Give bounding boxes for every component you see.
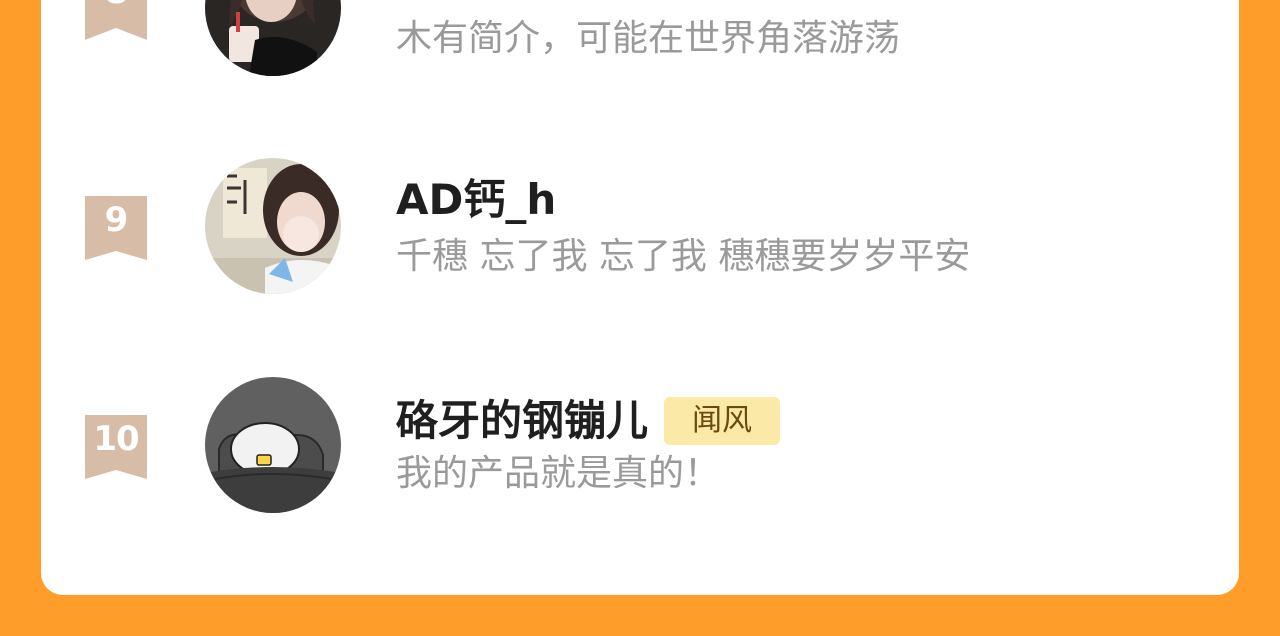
user-description: 木有简介，可能在世界角落游荡 [396, 18, 901, 59]
avatar[interactable] [205, 0, 341, 76]
avatar-photo-icon [205, 158, 341, 294]
rank-ribbon: 10 [85, 415, 147, 479]
avatar-cartoon-icon [205, 377, 341, 513]
user-name[interactable]: 硌牙的钢镚儿 [396, 393, 648, 449]
user-description: 我的产品就是真的！ [396, 453, 721, 494]
user-badge: 闻风 [664, 397, 781, 445]
avatar[interactable] [205, 377, 341, 513]
rank-number: 9 [104, 200, 129, 240]
name-line: AD钙_h [396, 172, 556, 228]
ranking-row[interactable]: 8 木有简介，可能在世界角落游荡 [41, 0, 1239, 100]
rank-number: 8 [85, 0, 147, 12]
avatar-photo-icon [205, 0, 341, 76]
ranking-card: 8 木有简介，可能在世界角落游荡 9 [41, 0, 1239, 595]
ranking-row[interactable]: 10 硌牙的钢镚儿 闻风 我的产品就是真的！ [41, 377, 1239, 517]
rank-ribbon: 9 [85, 196, 147, 260]
user-description: 千穗 忘了我 忘了我 穗穗要岁岁平安 [396, 236, 971, 277]
ranking-row[interactable]: 9 AD钙_h 千穗 忘了我 忘了我 穗穗要岁岁平安 [41, 158, 1239, 298]
rank-number: 10 [93, 419, 139, 459]
avatar[interactable] [205, 158, 341, 294]
name-line: 硌牙的钢镚儿 闻风 [396, 393, 781, 449]
user-name[interactable]: AD钙_h [396, 172, 556, 228]
rank-ribbon: 8 [85, 0, 147, 40]
